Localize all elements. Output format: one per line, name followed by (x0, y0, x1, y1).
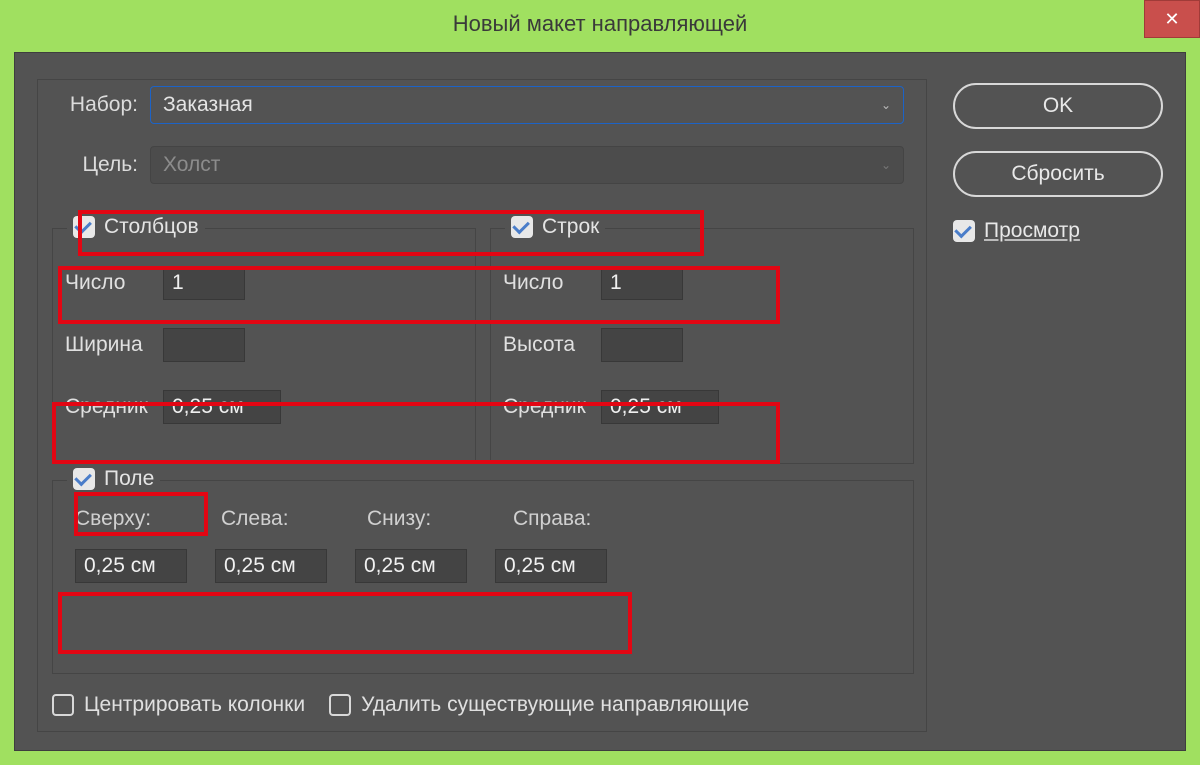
bottom-options: Центрировать колонки Удалить существующи… (52, 693, 749, 717)
reset-label: Сбросить (1011, 162, 1104, 186)
rows-gutter-input[interactable] (601, 390, 719, 424)
rows-checkbox[interactable] (511, 216, 533, 238)
ok-label: OK (1043, 94, 1073, 118)
clear-guides-checkbox[interactable] (329, 694, 351, 716)
side-panel: OK Сбросить Просмотр (953, 83, 1163, 243)
margin-label: Поле (104, 467, 154, 491)
rows-number-input[interactable] (601, 266, 683, 300)
margin-right-label: Справа: (513, 507, 613, 531)
margin-top-label: Сверху: (75, 507, 175, 531)
close-icon: ✕ (1164, 9, 1179, 30)
rows-height-input[interactable] (601, 328, 683, 362)
margin-bottom-input[interactable] (355, 549, 467, 583)
rows-height-row: Высота (491, 323, 913, 367)
center-columns-checkbox[interactable] (52, 694, 74, 716)
clear-guides-option[interactable]: Удалить существующие направляющие (329, 693, 749, 717)
ok-button[interactable]: OK (953, 83, 1163, 129)
margin-right-input[interactable] (495, 549, 607, 583)
preset-select[interactable]: Заказная ⌄ (150, 86, 904, 124)
close-button[interactable]: ✕ (1144, 0, 1200, 38)
preview-label: Просмотр (984, 219, 1080, 243)
columns-width-label: Ширина (65, 333, 163, 357)
chevron-down-icon: ⌄ (881, 98, 891, 112)
preset-row: Набор: Заказная ⌄ (60, 86, 904, 124)
rows-gutter-label: Средник (503, 395, 601, 419)
margin-checkbox[interactable] (73, 468, 95, 490)
columns-checkbox[interactable] (73, 216, 95, 238)
preset-value: Заказная (163, 93, 253, 117)
main-panel: Набор: Заказная ⌄ Цель: Холст ⌄ Столбцов (37, 79, 927, 732)
margin-inputs (53, 549, 913, 583)
dialog-title: Новый макет направляющей (453, 11, 748, 37)
target-select: Холст ⌄ (150, 146, 904, 184)
clear-guides-label: Удалить существующие направляющие (361, 693, 749, 717)
rows-title: Строк (505, 215, 605, 239)
columns-group: Столбцов Число Ширина Средник (52, 228, 476, 464)
margin-top-input[interactable] (75, 549, 187, 583)
rows-number-label: Число (503, 271, 601, 295)
preview-option[interactable]: Просмотр (953, 219, 1163, 243)
target-label: Цель: (60, 153, 138, 177)
dialog-window: Новый макет направляющей ✕ Набор: Заказн… (0, 0, 1200, 765)
target-row: Цель: Холст ⌄ (60, 146, 904, 184)
columns-gutter-input[interactable] (163, 390, 281, 424)
center-columns-option[interactable]: Центрировать колонки (52, 693, 305, 717)
columns-width-input[interactable] (163, 328, 245, 362)
rows-number-row: Число (491, 261, 913, 305)
columns-label: Столбцов (104, 215, 199, 239)
columns-gutter-label: Средник (65, 395, 163, 419)
columns-number-label: Число (65, 271, 163, 295)
titlebar: Новый макет направляющей ✕ (0, 0, 1200, 48)
preview-checkbox[interactable] (953, 220, 975, 242)
preset-label: Набор: (60, 93, 138, 117)
rows-group: Строк Число Высота Средник (490, 228, 914, 464)
reset-button[interactable]: Сбросить (953, 151, 1163, 197)
rows-height-label: Высота (503, 333, 601, 357)
dialog-body: Набор: Заказная ⌄ Цель: Холст ⌄ Столбцов (14, 52, 1186, 751)
rows-gutter-row: Средник (491, 385, 913, 429)
margin-title: Поле (67, 467, 160, 491)
columns-title: Столбцов (67, 215, 205, 239)
chevron-down-icon: ⌄ (881, 158, 891, 172)
columns-number-input[interactable] (163, 266, 245, 300)
columns-gutter-row: Средник (53, 385, 475, 429)
center-columns-label: Центрировать колонки (84, 693, 305, 717)
columns-number-row: Число (53, 261, 475, 305)
margin-bottom-label: Снизу: (367, 507, 467, 531)
margin-group: Поле Сверху: Слева: Снизу: Справа: (52, 480, 914, 674)
margin-left-label: Слева: (221, 507, 321, 531)
margin-left-input[interactable] (215, 549, 327, 583)
rows-label: Строк (542, 215, 599, 239)
target-value: Холст (163, 153, 220, 177)
columns-width-row: Ширина (53, 323, 475, 367)
margin-labels: Сверху: Слева: Снизу: Справа: (53, 507, 913, 531)
